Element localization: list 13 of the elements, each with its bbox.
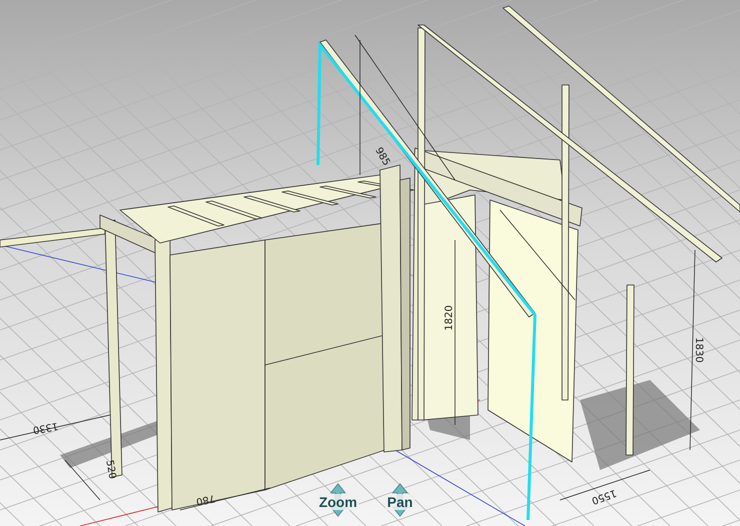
selected-beam[interactable] bbox=[316, 40, 537, 520]
dimension-label: 1820 bbox=[444, 305, 455, 331]
dimension-label: 1830 bbox=[693, 337, 704, 363]
roof-joist bbox=[206, 200, 262, 220]
roof-joist bbox=[244, 196, 300, 212]
dimension-label: 1330 bbox=[32, 420, 59, 436]
roof-joist bbox=[168, 206, 224, 226]
roof-joist bbox=[282, 190, 338, 206]
view-control[interactable]: Zoom bbox=[312, 478, 364, 526]
view-control[interactable]: Pan bbox=[374, 478, 426, 526]
dimension-label: 1550 bbox=[590, 486, 618, 506]
roof-joist bbox=[320, 186, 376, 198]
dimension-label: 520 bbox=[103, 459, 118, 480]
